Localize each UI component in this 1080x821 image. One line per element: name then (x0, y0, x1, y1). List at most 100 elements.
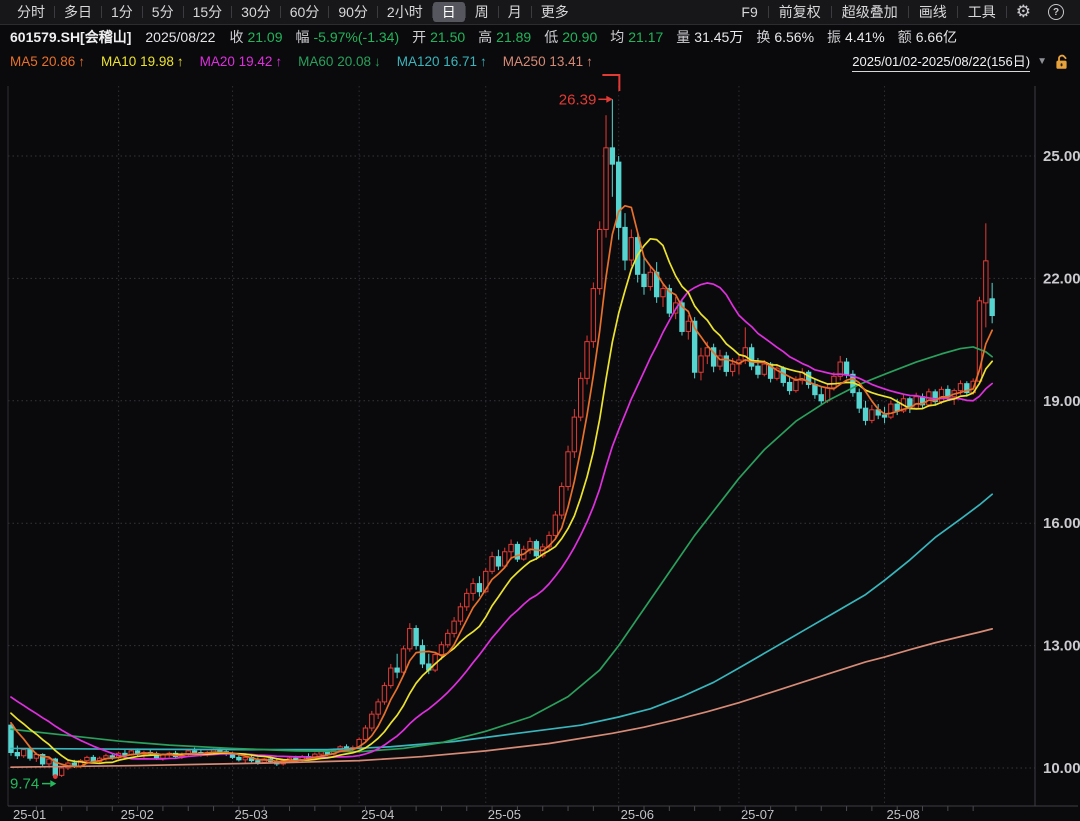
ma-legend-row: MA5 20.86↑MA10 19.98↑MA20 19.42↑MA60 20.… (0, 49, 1080, 73)
stat-换: 换6.56% (756, 27, 814, 47)
tab-30分[interactable]: 30分 (232, 2, 280, 22)
stat-振: 振4.41% (827, 27, 885, 47)
stat-value: 31.45万 (694, 29, 743, 45)
ma-label: MA10 19.98 (101, 54, 174, 69)
stat-value: -5.97%(-1.34) (314, 29, 400, 45)
svg-text:16.00: 16.00 (1043, 515, 1080, 532)
unlock-icon[interactable] (1054, 53, 1070, 70)
tab-1分[interactable]: 1分 (102, 2, 142, 22)
stat-收: 收21.09 (229, 27, 282, 47)
top-toolbar: 分时多日1分5分15分30分60分90分2小时日周月更多 F9前复权超级叠加画线… (0, 0, 1080, 25)
stat-value: 6.56% (774, 29, 814, 45)
button-工具[interactable]: 工具 (958, 2, 1006, 22)
stat-label: 开 (412, 29, 426, 45)
button-F9[interactable]: F9 (731, 4, 767, 20)
ma-arrow-up: ↑ (177, 54, 184, 69)
svg-text:9.74: 9.74 (10, 776, 39, 793)
stat-label: 幅 (296, 29, 310, 45)
date-range-text: 2025/01/02-2025/08/22(156日) (852, 51, 1030, 72)
ma-arrow-down: ↓ (374, 54, 381, 69)
quote-stats-row: 601579.SH[会稽山] 2025/08/22 收21.09 幅-5.97%(… (0, 25, 1080, 49)
toolbar-right: F9前复权超级叠加画线工具 ⚙ ? (731, 2, 1072, 22)
svg-text:25.00: 25.00 (1043, 148, 1080, 165)
svg-text:25-01: 25-01 (13, 807, 46, 821)
tab-15分[interactable]: 15分 (184, 2, 232, 22)
ma-item-MA10: MA10 19.98↑ (101, 54, 184, 69)
stat-label: 量 (676, 29, 690, 45)
tab-分时[interactable]: 分时 (8, 2, 54, 22)
svg-text:13.00: 13.00 (1043, 638, 1080, 655)
svg-text:25-05: 25-05 (488, 807, 521, 821)
stat-value: 21.50 (430, 29, 465, 45)
ma-items: MA5 20.86↑MA10 19.98↑MA20 19.42↑MA60 20.… (10, 54, 609, 69)
tab-日[interactable]: 日 (433, 2, 465, 22)
ma-label: MA5 20.86 (10, 54, 75, 69)
stat-value: 6.66亿 (916, 29, 957, 45)
quote-date: 2025/08/22 (145, 29, 215, 45)
ma-item-MA120: MA120 16.71↑ (397, 54, 487, 69)
stat-value: 20.90 (562, 29, 597, 45)
stat-高: 高21.89 (478, 27, 531, 47)
stat-value: 21.09 (247, 29, 282, 45)
svg-text:19.00: 19.00 (1043, 393, 1080, 410)
stat-均: 均21.17 (610, 27, 663, 47)
svg-text:25-07: 25-07 (741, 807, 774, 821)
ma-label: MA60 20.08 (298, 54, 371, 69)
stat-value: 21.17 (628, 29, 663, 45)
stat-额: 额6.66亿 (898, 27, 957, 47)
stat-value: 4.41% (845, 29, 885, 45)
stat-label: 低 (544, 29, 558, 45)
price-chart-canvas[interactable]: 25.0022.0019.0016.0013.0010.0025-0125-02… (0, 73, 1080, 821)
button-画线[interactable]: 画线 (909, 2, 957, 22)
gear-icon[interactable]: ⚙ (1007, 2, 1040, 22)
svg-text:25-04: 25-04 (361, 807, 394, 821)
tab-2小时[interactable]: 2小时 (378, 2, 432, 22)
quote-fields: 收21.09幅-5.97%(-1.34)开21.50高21.89低20.90均2… (229, 27, 970, 47)
help-glyph: ? (1053, 7, 1059, 18)
button-前复权[interactable]: 前复权 (769, 2, 831, 22)
stat-开: 开21.50 (412, 27, 465, 47)
svg-text:25-03: 25-03 (235, 807, 268, 821)
stat-label: 振 (827, 29, 841, 45)
stat-低: 低20.90 (544, 27, 597, 47)
tab-更多[interactable]: 更多 (532, 2, 578, 22)
ma-item-MA5: MA5 20.86↑ (10, 54, 85, 69)
svg-text:25-08: 25-08 (887, 807, 920, 821)
svg-text:25-06: 25-06 (621, 807, 654, 821)
ma-arrow-up: ↑ (480, 54, 487, 69)
ma-arrow-up: ↑ (275, 54, 282, 69)
stat-label: 高 (478, 29, 492, 45)
svg-text:22.00: 22.00 (1043, 270, 1080, 287)
chart-area: 25.0022.0019.0016.0013.0010.0025-0125-02… (0, 73, 1080, 821)
chevron-down-icon: ▼ (1037, 56, 1047, 67)
timeframe-tabs: 分时多日1分5分15分30分60分90分2小时日周月更多 (8, 2, 578, 22)
trading-app: 分时多日1分5分15分30分60分90分2小时日周月更多 F9前复权超级叠加画线… (0, 0, 1080, 821)
ma-label: MA20 19.42 (200, 54, 273, 69)
tab-60分[interactable]: 60分 (281, 2, 329, 22)
ma-item-MA20: MA20 19.42↑ (200, 54, 283, 69)
stat-量: 量31.45万 (676, 27, 743, 47)
stat-value: 21.89 (496, 29, 531, 45)
ma-label: MA120 16.71 (397, 54, 477, 69)
tab-多日[interactable]: 多日 (55, 2, 101, 22)
tab-月[interactable]: 月 (499, 2, 531, 22)
tab-90分[interactable]: 90分 (329, 2, 377, 22)
button-超级叠加[interactable]: 超级叠加 (832, 2, 908, 22)
stat-label: 换 (756, 29, 770, 45)
stat-label: 收 (229, 29, 243, 45)
help-icon[interactable]: ? (1048, 4, 1064, 20)
stat-幅: 幅-5.97%(-1.34) (296, 27, 400, 47)
stat-label: 均 (610, 29, 624, 45)
tab-5分[interactable]: 5分 (143, 2, 183, 22)
ma-item-MA250: MA250 13.41↑ (503, 54, 593, 69)
date-range-selector[interactable]: 2025/01/02-2025/08/22(156日) ▼ (852, 51, 1070, 72)
ma-item-MA60: MA60 20.08↓ (298, 54, 381, 69)
stock-symbol: 601579.SH[会稽山] (10, 27, 131, 47)
ma-arrow-up: ↑ (586, 54, 593, 69)
svg-text:10.00: 10.00 (1043, 760, 1080, 777)
svg-text:26.39: 26.39 (559, 91, 597, 108)
ma-arrow-up: ↑ (78, 54, 85, 69)
ma-label: MA250 13.41 (503, 54, 583, 69)
stat-label: 额 (898, 29, 912, 45)
tab-周[interactable]: 周 (466, 2, 498, 22)
